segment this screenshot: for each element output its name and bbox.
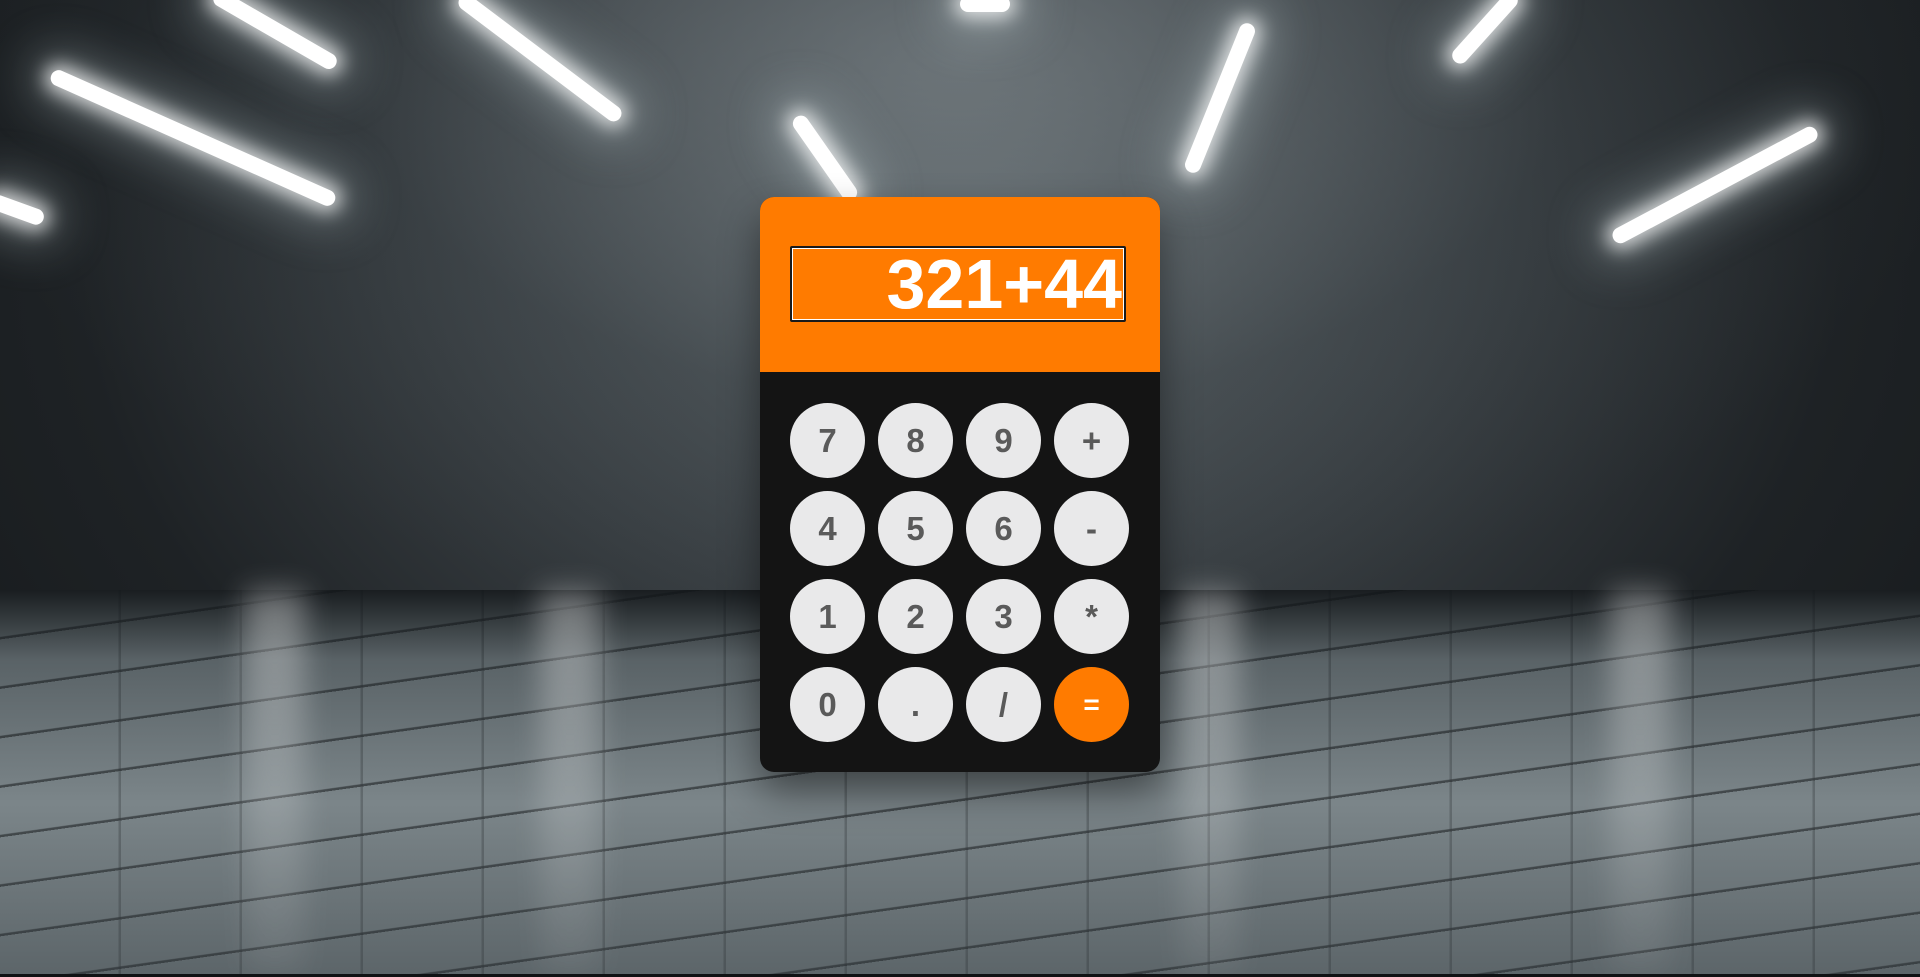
key-2-button[interactable]: 2: [878, 579, 953, 654]
key-6-button[interactable]: 6: [966, 491, 1041, 566]
ceiling-light: [960, 0, 1010, 12]
display-panel: 321+44: [760, 197, 1160, 372]
key-8-button[interactable]: 8: [878, 403, 953, 478]
key-4-button[interactable]: 4: [790, 491, 865, 566]
key-minus-button[interactable]: -: [1054, 491, 1129, 566]
key-equals-button[interactable]: =: [1054, 667, 1129, 742]
key-0-button[interactable]: 0: [790, 667, 865, 742]
key-decimal-button[interactable]: .: [878, 667, 953, 742]
floor-reflection: [540, 590, 600, 977]
floor-reflection: [1180, 590, 1240, 977]
key-multiply-button[interactable]: *: [1054, 579, 1129, 654]
floor-reflection: [1610, 590, 1670, 977]
key-1-button[interactable]: 1: [790, 579, 865, 654]
key-9-button[interactable]: 9: [966, 403, 1041, 478]
floor-reflection: [245, 590, 305, 977]
key-divide-button[interactable]: /: [966, 667, 1041, 742]
key-5-button[interactable]: 5: [878, 491, 953, 566]
calculator-display[interactable]: 321+44: [790, 246, 1126, 322]
key-7-button[interactable]: 7: [790, 403, 865, 478]
keypad: 7 8 9 +4 5 6- 1 2 3 * 0. / =: [790, 403, 1130, 742]
key-plus-button[interactable]: +: [1054, 403, 1129, 478]
calculator: 321+44 7 8 9 +4 5 6- 1 2 3 * 0. / =: [760, 197, 1160, 772]
key-3-button[interactable]: 3: [966, 579, 1041, 654]
